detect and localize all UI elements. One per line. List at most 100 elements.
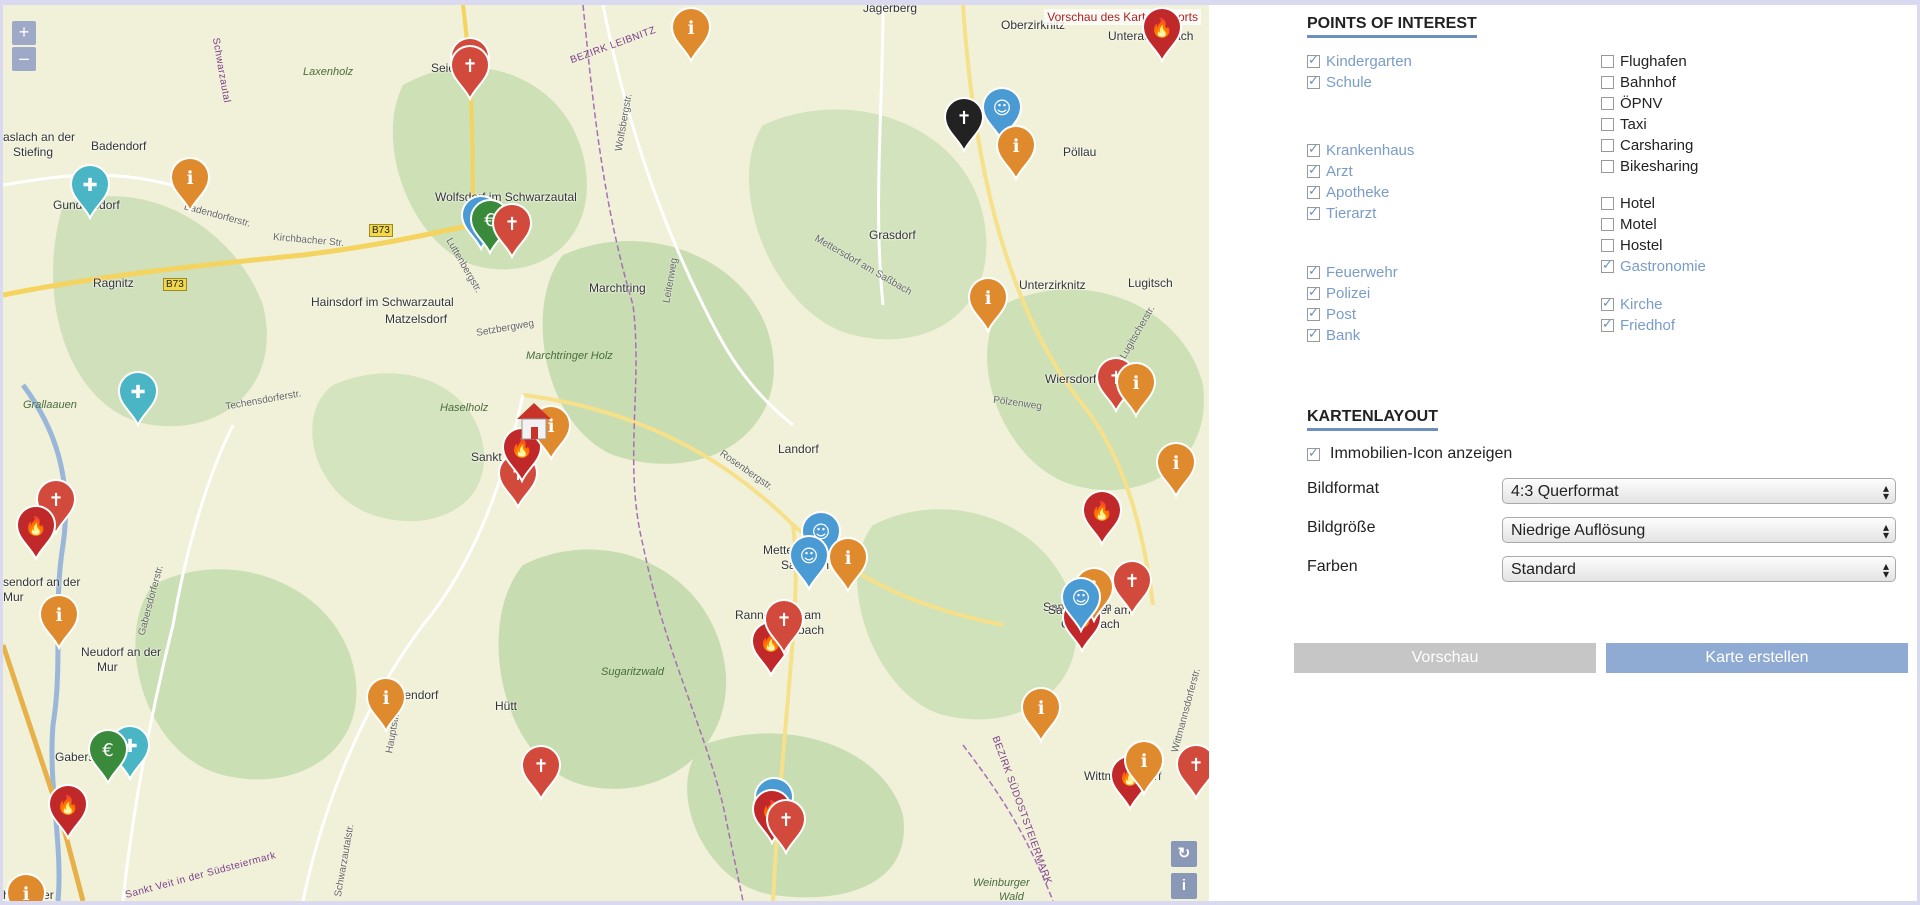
- school-marker-icon[interactable]: ☺: [786, 533, 832, 591]
- create-map-button[interactable]: Karte erstellen: [1606, 643, 1908, 673]
- checkbox-icon[interactable]: [1601, 138, 1614, 152]
- food-marker-icon[interactable]: ℹ: [36, 592, 82, 650]
- info-button[interactable]: i: [1171, 873, 1197, 899]
- checkbox-icon[interactable]: [1601, 316, 1614, 332]
- poi-checkbox-right[interactable]: Hostel: [1601, 235, 1663, 255]
- refresh-button[interactable]: ↻: [1171, 841, 1197, 867]
- checkbox-icon[interactable]: [1307, 284, 1320, 300]
- poi-checkbox-left[interactable]: Polizei: [1307, 283, 1370, 303]
- zoom-in-button[interactable]: +: [12, 21, 36, 45]
- school-marker-icon[interactable]: ☺: [1058, 575, 1104, 633]
- poi-checkbox-left[interactable]: Krankenhaus: [1307, 140, 1414, 160]
- poi-checkbox-right[interactable]: Bahnhof: [1601, 72, 1676, 92]
- checkbox-label: Carsharing: [1620, 136, 1694, 154]
- poi-checkbox-right[interactable]: Motel: [1601, 214, 1657, 234]
- checkbox-label: Motel: [1620, 215, 1657, 233]
- church-marker-icon[interactable]: ✝: [1173, 742, 1209, 800]
- poi-checkbox-right[interactable]: Taxi: [1601, 114, 1647, 134]
- food-marker-icon[interactable]: ℹ: [668, 5, 714, 63]
- svg-text:🔥: 🔥: [1091, 500, 1113, 522]
- checkbox-icon[interactable]: [1601, 217, 1614, 231]
- preview-button[interactable]: Vorschau: [1294, 643, 1596, 673]
- checkbox-icon[interactable]: [1307, 162, 1320, 178]
- svg-text:✝: ✝: [504, 214, 519, 235]
- church-marker-icon[interactable]: ✝: [763, 797, 809, 855]
- poi-checkbox-right[interactable]: Friedhof: [1601, 315, 1675, 335]
- poi-checkbox-right[interactable]: Gastronomie: [1601, 256, 1706, 276]
- bank-marker-icon[interactable]: €: [85, 727, 131, 785]
- checkbox-icon[interactable]: [1601, 75, 1614, 89]
- show-property-icon-checkbox[interactable]: Immobilien-Icon anzeigen: [1307, 444, 1512, 464]
- checkbox-icon[interactable]: [1601, 257, 1614, 273]
- select-arrows-icon: ▴ ▾: [1882, 520, 1889, 542]
- place-label: Hainsdorf im Schwarzautal: [311, 295, 454, 309]
- poi-checkbox-left[interactable]: Apotheke: [1307, 182, 1389, 202]
- poi-checkbox-left[interactable]: Feuerwehr: [1307, 262, 1398, 282]
- fire-marker-icon[interactable]: 🔥: [1079, 488, 1125, 546]
- poi-checkbox-left[interactable]: Post: [1307, 304, 1356, 324]
- poi-checkbox-left[interactable]: Kindergarten: [1307, 51, 1412, 71]
- checkbox-icon[interactable]: [1601, 295, 1614, 311]
- farben-select[interactable]: Standard ▴ ▾: [1502, 556, 1896, 582]
- svg-text:✝: ✝: [776, 610, 791, 631]
- place-label: Neudorf an der: [81, 645, 162, 659]
- fire-marker-icon[interactable]: 🔥: [45, 782, 91, 840]
- checkbox-icon[interactable]: [1601, 159, 1614, 173]
- checkbox-icon[interactable]: [1307, 52, 1320, 68]
- poi-checkbox-left[interactable]: Schule: [1307, 72, 1372, 92]
- food-marker-icon[interactable]: ℹ: [3, 871, 49, 901]
- church-marker-icon[interactable]: ✝: [518, 743, 564, 801]
- church-marker-icon[interactable]: ✝: [447, 43, 493, 101]
- property-house-icon: [511, 397, 557, 455]
- checkbox-icon[interactable]: [1307, 204, 1320, 220]
- checkbox-label: Immobilien-Icon anzeigen: [1330, 445, 1513, 462]
- church-marker-icon[interactable]: ✝: [489, 201, 535, 259]
- doctor-marker-icon[interactable]: ✚: [115, 369, 161, 427]
- zoom-out-button[interactable]: –: [12, 47, 36, 71]
- checkbox-icon[interactable]: [1601, 54, 1614, 68]
- doctor-marker-icon[interactable]: ✚: [67, 162, 113, 220]
- poi-checkbox-right[interactable]: Kirche: [1601, 294, 1663, 314]
- checkbox-icon[interactable]: [1307, 326, 1320, 342]
- church-marker-icon[interactable]: ✝: [761, 597, 807, 655]
- checkbox-icon[interactable]: [1601, 238, 1614, 252]
- food-marker-icon[interactable]: ℹ: [993, 123, 1039, 181]
- checkbox-icon[interactable]: [1307, 141, 1320, 157]
- poi-checkbox-right[interactable]: Flughafen: [1601, 51, 1687, 71]
- map-preview[interactable]: Seiersdorf Laxenholz Badendorf Gundersdo…: [3, 5, 1209, 901]
- bildgroesse-select[interactable]: Niedrige Auflösung ▴ ▾: [1502, 517, 1896, 543]
- poi-checkbox-right[interactable]: ÖPNV: [1601, 93, 1663, 113]
- checkbox-icon[interactable]: [1601, 196, 1614, 210]
- checkbox-label: Krankenhaus: [1326, 141, 1415, 159]
- checkbox-icon[interactable]: [1307, 73, 1320, 89]
- food-marker-icon[interactable]: ℹ: [167, 155, 213, 213]
- fire-marker-icon[interactable]: 🔥: [1139, 5, 1185, 63]
- poi-checkbox-left[interactable]: Tierarzt: [1307, 203, 1376, 223]
- food-marker-icon[interactable]: ℹ: [1121, 738, 1167, 796]
- checkbox-icon[interactable]: [1307, 263, 1320, 279]
- checkbox-icon[interactable]: [1601, 96, 1614, 110]
- poi-checkbox-left[interactable]: Arzt: [1307, 161, 1353, 181]
- place-label: Unterzirknitz: [1019, 278, 1086, 292]
- food-marker-icon[interactable]: ℹ: [1113, 360, 1159, 418]
- area-label: Wald: [999, 891, 1024, 901]
- food-marker-icon[interactable]: ℹ: [965, 275, 1011, 333]
- poi-checkbox-right[interactable]: Hotel: [1601, 193, 1655, 213]
- place-label: Jagerberg: [863, 5, 918, 15]
- food-marker-icon[interactable]: ℹ: [1153, 440, 1199, 498]
- church-marker-icon[interactable]: ✝: [1109, 558, 1155, 616]
- food-marker-icon[interactable]: ℹ: [363, 675, 409, 733]
- poi-checkbox-right[interactable]: Bikesharing: [1601, 156, 1698, 176]
- checkbox-icon[interactable]: [1307, 183, 1320, 199]
- poi-checkbox-right[interactable]: Carsharing: [1601, 135, 1693, 155]
- checkbox-label: Bank: [1326, 326, 1361, 344]
- poi-checkbox-left[interactable]: Bank: [1307, 325, 1360, 345]
- checkbox-icon[interactable]: [1601, 117, 1614, 131]
- bildformat-select[interactable]: 4:3 Querformat ▴ ▾: [1502, 478, 1896, 504]
- checkbox-label: Post: [1326, 305, 1357, 323]
- svg-text:✚: ✚: [82, 175, 97, 196]
- checkbox-icon[interactable]: [1307, 305, 1320, 321]
- fire-marker-icon[interactable]: 🔥: [13, 503, 59, 561]
- checkbox-icon[interactable]: [1307, 445, 1320, 461]
- food-marker-icon[interactable]: ℹ: [1018, 685, 1064, 743]
